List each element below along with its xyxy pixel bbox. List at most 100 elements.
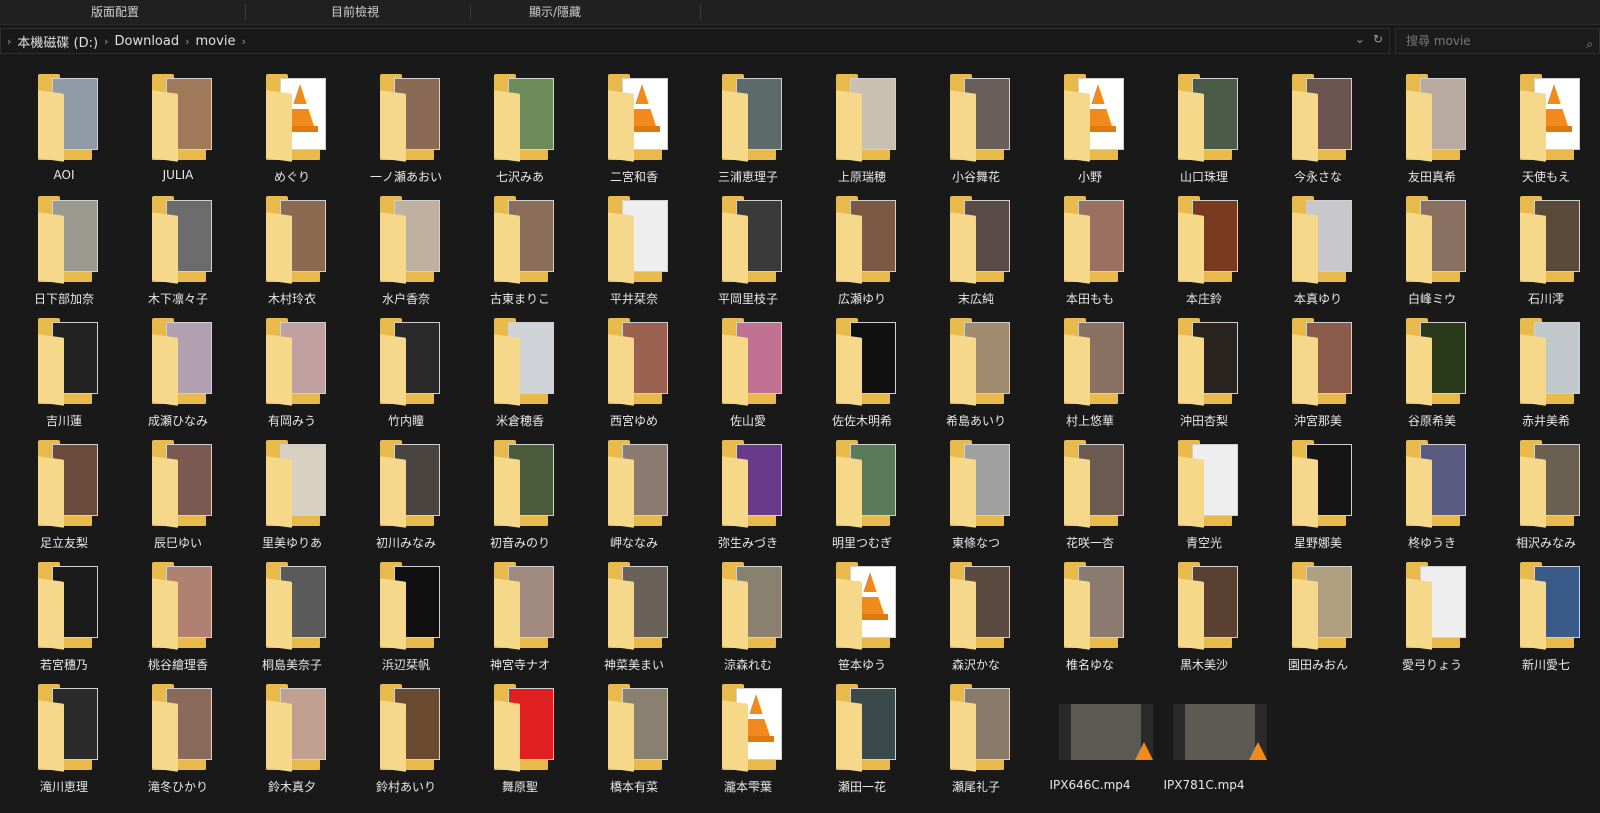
- folder-item[interactable]: 白峰ミウ: [1375, 196, 1489, 318]
- folder-item[interactable]: 今永さな: [1261, 74, 1375, 196]
- folder-item[interactable]: 沖田杏梨: [1147, 318, 1261, 440]
- folder-item[interactable]: 一ノ瀬あおい: [349, 74, 463, 196]
- folder-item[interactable]: 西宮ゆめ: [577, 318, 691, 440]
- folder-item[interactable]: 沖宮那美: [1261, 318, 1375, 440]
- folder-item[interactable]: 木下凛々子: [121, 196, 235, 318]
- folder-item[interactable]: 桐島美奈子: [235, 562, 349, 684]
- folder-item[interactable]: 星野娜美: [1261, 440, 1375, 562]
- folder-item[interactable]: 橋本有菜: [577, 684, 691, 806]
- folder-item[interactable]: AOI: [7, 74, 121, 196]
- video-file-item[interactable]: IPX781C.mp4: [1147, 684, 1267, 806]
- chevron-right-icon[interactable]: ›: [241, 35, 245, 48]
- folder-item[interactable]: 谷原希美: [1375, 318, 1489, 440]
- folder-item[interactable]: 本田もも: [1033, 196, 1147, 318]
- folder-item[interactable]: 園田みおん: [1261, 562, 1375, 684]
- folder-item[interactable]: 成瀬ひなみ: [121, 318, 235, 440]
- folder-item[interactable]: 椎名ゆな: [1033, 562, 1147, 684]
- search-icon[interactable]: ⌕: [1586, 32, 1593, 56]
- folder-item[interactable]: 天使もえ: [1489, 74, 1600, 196]
- folder-item[interactable]: 明里つむぎ: [805, 440, 919, 562]
- folder-item[interactable]: 黒木美沙: [1147, 562, 1261, 684]
- folder-item[interactable]: 竹内瞳: [349, 318, 463, 440]
- folder-item[interactable]: 初音みのり: [463, 440, 577, 562]
- folder-item[interactable]: 佐山愛: [691, 318, 805, 440]
- folder-item[interactable]: 友田真希: [1375, 74, 1489, 196]
- chevron-down-icon[interactable]: ⌄: [1355, 32, 1365, 46]
- folder-item[interactable]: 三浦恵理子: [691, 74, 805, 196]
- folder-item[interactable]: 瀬尾礼子: [919, 684, 1033, 806]
- folder-item[interactable]: 足立友梨: [7, 440, 121, 562]
- folder-item[interactable]: 滝冬ひかり: [121, 684, 235, 806]
- chevron-right-icon[interactable]: ›: [7, 35, 11, 48]
- folder-item[interactable]: 赤井美希: [1489, 318, 1600, 440]
- folder-item[interactable]: 弥生みづき: [691, 440, 805, 562]
- folder-item[interactable]: 辰巳ゆい: [121, 440, 235, 562]
- chevron-right-icon[interactable]: ›: [104, 35, 108, 48]
- address-bar[interactable]: › 本機磁碟 (D:) › Download › movie › ⌄ ↻: [0, 28, 1390, 54]
- folder-item[interactable]: 日下部加奈: [7, 196, 121, 318]
- folder-label: 滝冬ひかり: [147, 780, 208, 794]
- folder-item[interactable]: JULIA: [121, 74, 235, 196]
- video-file-item[interactable]: IPX646C.mp4: [1033, 684, 1153, 806]
- ribbon-group-layout[interactable]: 版面配置: [40, 0, 190, 24]
- folder-item[interactable]: 末広純: [919, 196, 1033, 318]
- folder-item[interactable]: 希島あいり: [919, 318, 1033, 440]
- folder-item[interactable]: 山口珠理: [1147, 74, 1261, 196]
- breadcrumb-movie[interactable]: movie: [196, 34, 236, 49]
- folder-item[interactable]: 若宮穗乃: [7, 562, 121, 684]
- folder-item[interactable]: めぐり: [235, 74, 349, 196]
- folder-item[interactable]: 青空光: [1147, 440, 1261, 562]
- folder-item[interactable]: 花咲一杏: [1033, 440, 1147, 562]
- folder-item[interactable]: 七沢みあ: [463, 74, 577, 196]
- ribbon-group-current-view[interactable]: 目前檢視: [280, 0, 430, 24]
- folder-item[interactable]: 神宮寺ナオ: [463, 562, 577, 684]
- folder-item[interactable]: 村上悠華: [1033, 318, 1147, 440]
- folder-item[interactable]: 柊ゆうき: [1375, 440, 1489, 562]
- folder-item[interactable]: 古東まりこ: [463, 196, 577, 318]
- refresh-icon[interactable]: ↻: [1373, 32, 1383, 46]
- folder-item[interactable]: 米倉穂香: [463, 318, 577, 440]
- folder-item[interactable]: 吉川蓮: [7, 318, 121, 440]
- folder-item[interactable]: 本庄鈴: [1147, 196, 1261, 318]
- folder-item[interactable]: 里美ゆりあ: [235, 440, 349, 562]
- folder-item[interactable]: 木村玲衣: [235, 196, 349, 318]
- folder-item[interactable]: 本真ゆり: [1261, 196, 1375, 318]
- folder-item[interactable]: 小谷舞花: [919, 74, 1033, 196]
- folder-item[interactable]: 瀬田一花: [805, 684, 919, 806]
- folder-item[interactable]: 森沢かな: [919, 562, 1033, 684]
- folder-icon: [266, 684, 338, 772]
- folder-item[interactable]: 東條なつ: [919, 440, 1033, 562]
- folder-item[interactable]: 広瀬ゆり: [805, 196, 919, 318]
- folder-item[interactable]: 有岡みう: [235, 318, 349, 440]
- folder-item[interactable]: 舞原聖: [463, 684, 577, 806]
- folder-item[interactable]: 初川みなみ: [349, 440, 463, 562]
- folder-item[interactable]: 上原瑞穂: [805, 74, 919, 196]
- breadcrumb-download[interactable]: Download: [114, 34, 179, 49]
- folder-item[interactable]: 新川愛七: [1489, 562, 1600, 684]
- folder-item[interactable]: 愛弓りょう: [1375, 562, 1489, 684]
- folder-item[interactable]: 小野: [1033, 74, 1147, 196]
- breadcrumb-drive[interactable]: 本機磁碟 (D:): [17, 32, 98, 51]
- folder-item[interactable]: 滝川恵理: [7, 684, 121, 806]
- search-input[interactable]: 搜尋 movie ⌕: [1395, 28, 1600, 54]
- folder-item[interactable]: 岬ななみ: [577, 440, 691, 562]
- folder-item[interactable]: 水户香奈: [349, 196, 463, 318]
- folder-label: 本庄鈴: [1185, 292, 1222, 306]
- folder-item[interactable]: 瀧本雫葉: [691, 684, 805, 806]
- folder-label: 上原瑞穂: [837, 170, 886, 184]
- chevron-right-icon[interactable]: ›: [185, 35, 189, 48]
- folder-item[interactable]: 浜辺栞帆: [349, 562, 463, 684]
- folder-item[interactable]: 桃谷繪理香: [121, 562, 235, 684]
- folder-item[interactable]: 石川澪: [1489, 196, 1600, 318]
- folder-item[interactable]: 鈴木真夕: [235, 684, 349, 806]
- folder-item[interactable]: 佐佐木明希: [805, 318, 919, 440]
- folder-item[interactable]: 平井栞奈: [577, 196, 691, 318]
- folder-item[interactable]: 笹本ゆう: [805, 562, 919, 684]
- folder-item[interactable]: 鈴村あいり: [349, 684, 463, 806]
- folder-item[interactable]: 平岡里枝子: [691, 196, 805, 318]
- folder-item[interactable]: 涼森れむ: [691, 562, 805, 684]
- folder-item[interactable]: 二宮和香: [577, 74, 691, 196]
- folder-item[interactable]: 相沢みなみ: [1489, 440, 1600, 562]
- ribbon-group-show-hide[interactable]: 顯示/隱藏: [480, 0, 630, 24]
- folder-item[interactable]: 神菜美まい: [577, 562, 691, 684]
